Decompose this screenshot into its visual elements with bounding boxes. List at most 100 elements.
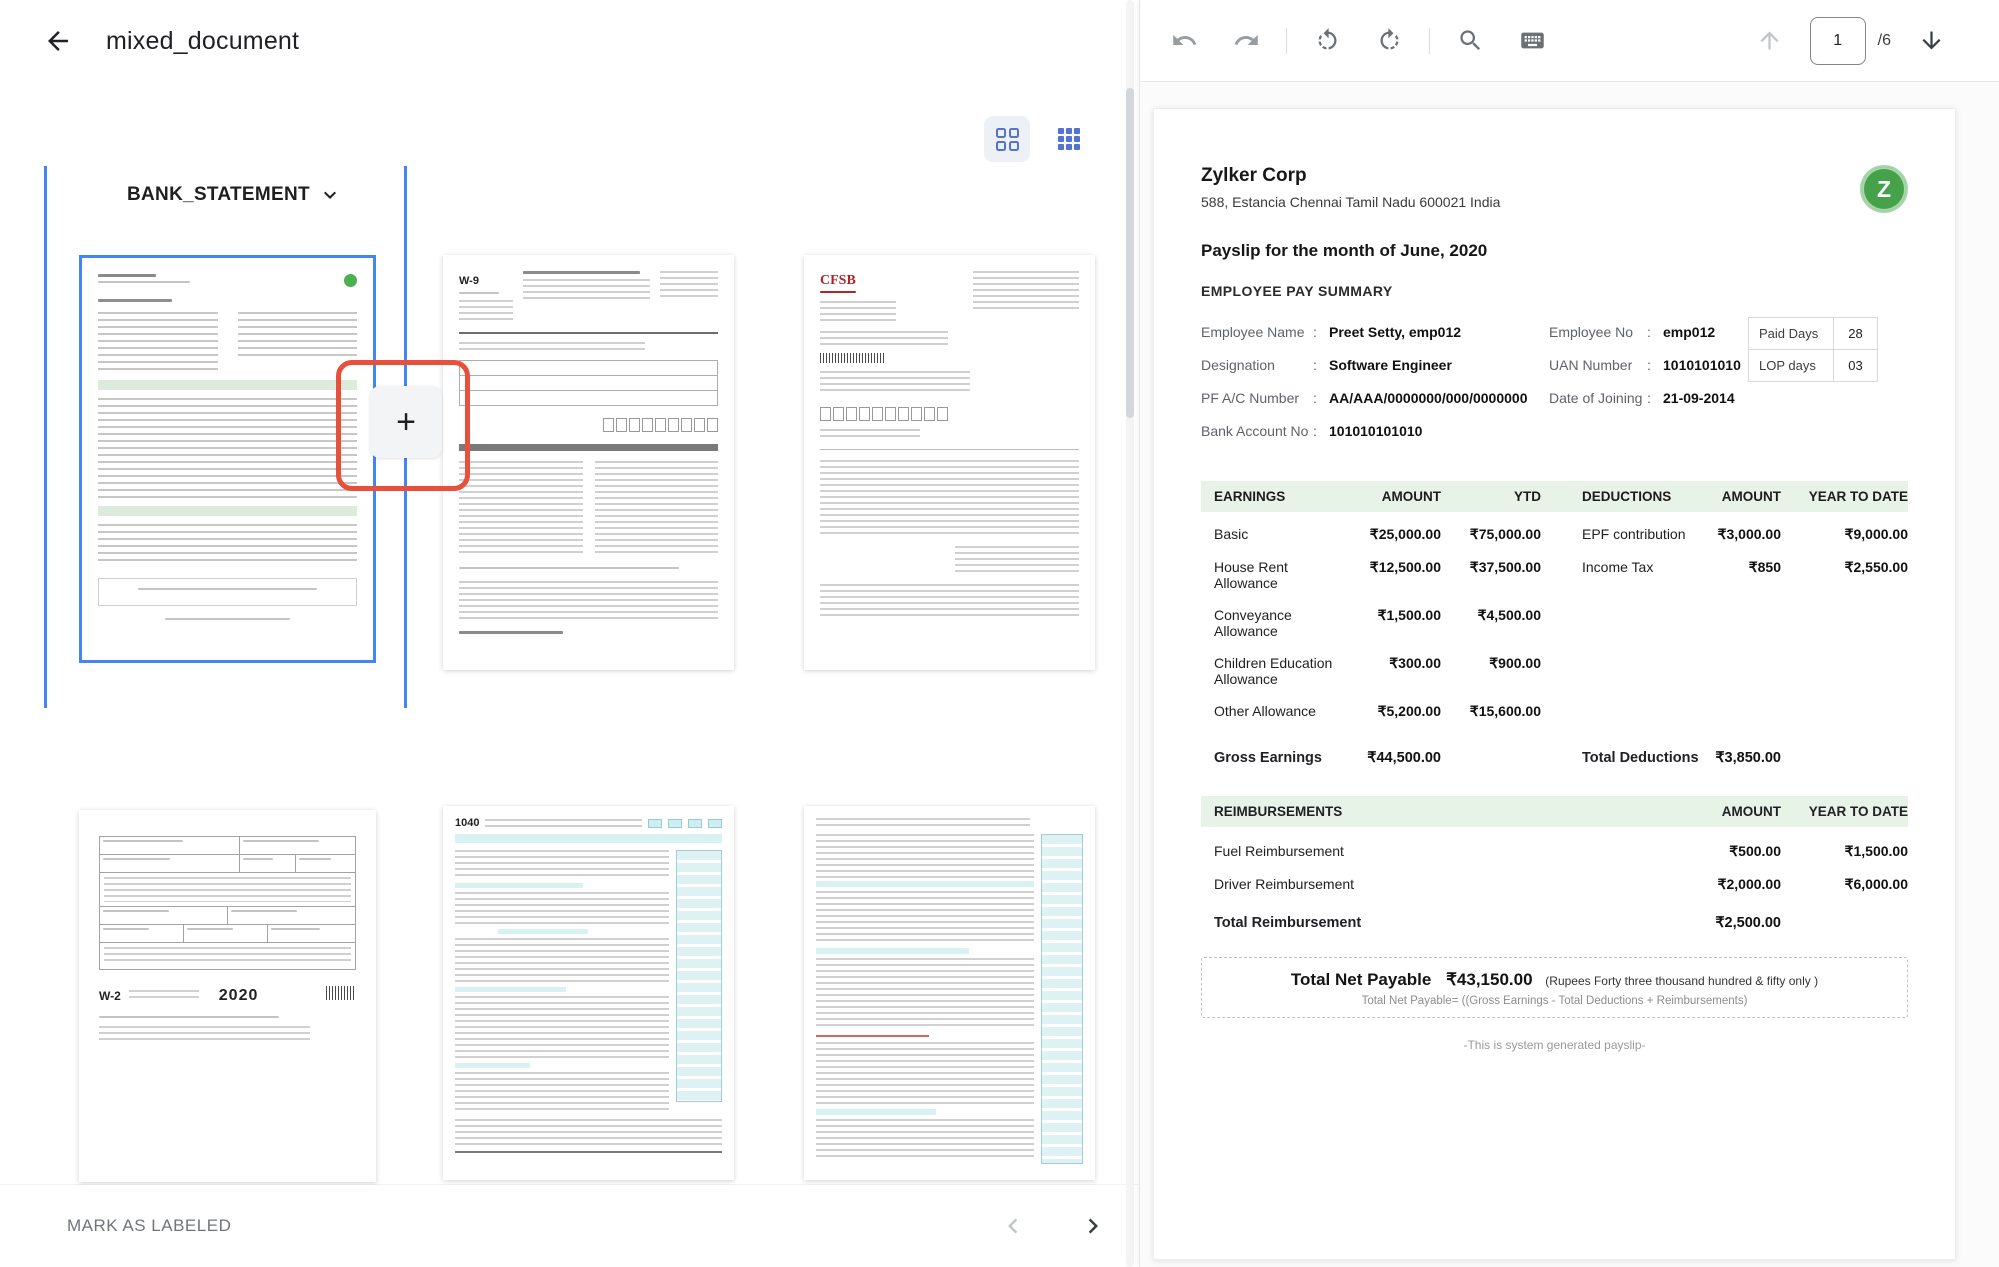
field-row: Designation:Software Engineer [1201, 356, 1549, 375]
earnings-row: Other Allowance₹5,200.00₹15,600.00 [1201, 703, 1541, 720]
redo-icon [1233, 27, 1260, 54]
chevron-down-icon [318, 183, 342, 207]
gross-earnings-label: Gross Earnings [1201, 750, 1353, 766]
field-row: Date of Joining:21-09-2014 [1549, 389, 1908, 408]
preview-panel: /6 Zylker Corp 588, Estancia Chennai Tam… [1139, 0, 1999, 1267]
earnings-row: Conveyance Allowance₹1,500.00₹4,500.00 [1201, 607, 1541, 639]
document-labeling-app: mixed_document BANK_STATEMENT [0, 0, 1999, 1267]
undo-button[interactable] [1162, 19, 1206, 63]
search-icon [1457, 27, 1484, 54]
thumbnail-art: CFSB [804, 255, 1095, 670]
deductions-row: Income Tax₹850₹2,550.00 [1582, 559, 1908, 576]
company-name: Zylker Corp [1201, 165, 1500, 187]
next-pages-button[interactable] [1075, 1208, 1111, 1244]
company-logo: Z [1860, 165, 1908, 213]
totals-row: Gross Earnings ₹44,500.00 Total Deductio… [1201, 750, 1908, 766]
arrow-up-icon [1756, 27, 1783, 54]
earnings-row: Children Education Allowance₹300.00₹900.… [1201, 655, 1541, 687]
payslip-title: Payslip for the month of June, 2020 [1201, 241, 1908, 261]
pay-summary-heading: EMPLOYEE PAY SUMMARY [1201, 283, 1908, 299]
thumbnail-pager [995, 1208, 1111, 1244]
search-button[interactable] [1448, 19, 1492, 63]
page-number-input[interactable] [1810, 17, 1866, 65]
logo-letter: Z [1877, 176, 1891, 203]
company-address: 588, Estancia Chennai Tamil Nadu 600021 … [1201, 194, 1500, 210]
toolbar-separator [1286, 28, 1287, 54]
net-payable-words: (Rupees Forty three thousand hundred & f… [1545, 974, 1818, 988]
grid-2x2-icon [996, 128, 1019, 151]
net-payable-value: ₹43,150.00 [1446, 970, 1532, 989]
gross-earnings-value: ₹44,500.00 [1353, 750, 1441, 766]
back-arrow-icon [43, 26, 73, 56]
left-scrollbar-thumb[interactable] [1126, 88, 1134, 418]
next-page-button[interactable] [1909, 19, 1953, 63]
rotate-right-icon [1376, 27, 1403, 54]
back-button[interactable] [36, 19, 80, 63]
grid-3x3-icon [1058, 128, 1080, 150]
keyboard-shortcuts-button[interactable] [1510, 19, 1554, 63]
preview-toolbar: /6 [1140, 0, 1999, 82]
w9-label: W-9 [459, 275, 479, 287]
w2-year: 2020 [219, 988, 259, 1004]
net-payable-label: Total Net Payable [1291, 970, 1431, 989]
earnings-row: Basic₹25,000.00₹75,000.00 [1201, 526, 1541, 543]
pages-panel: mixed_document BANK_STATEMENT [0, 0, 1139, 1267]
f1040-label: 1040 [455, 818, 479, 829]
keyboard-icon [1519, 27, 1546, 54]
total-deductions-value: ₹3,850.00 [1702, 750, 1781, 766]
earnings-deductions-body: Basic₹25,000.00₹75,000.00 House Rent All… [1201, 518, 1908, 728]
field-row: Bank Account No:101010101010 [1201, 422, 1549, 441]
rotate-right-button[interactable] [1367, 19, 1411, 63]
previous-pages-button[interactable] [995, 1208, 1031, 1244]
grid-view-small-button[interactable] [1046, 116, 1092, 162]
previous-page-button[interactable] [1748, 19, 1792, 63]
page-total: /6 [1878, 32, 1891, 50]
label-group-dropdown[interactable]: BANK_STATEMENT [121, 182, 348, 208]
left-header: mixed_document [0, 0, 1139, 82]
thumbnail-w2[interactable]: W-2 2020 [79, 810, 376, 1182]
thumbnail-1040[interactable]: 1040 [443, 806, 734, 1180]
deductions-row: EPF contribution₹3,000.00₹9,000.00 [1582, 526, 1908, 543]
redo-button[interactable] [1224, 19, 1268, 63]
chevron-left-icon [998, 1211, 1028, 1241]
field-row: PF A/C Number:AA/AAA/0000000/000/0000000 [1201, 389, 1549, 408]
total-reimbursement-row: Total Reimbursement ₹2,500.00 [1201, 915, 1908, 931]
table-row: Paid Days28 [1749, 318, 1877, 349]
employee-fields: Employee Name:Preet Setty, emp012 Design… [1201, 323, 1908, 455]
payslip-header: Zylker Corp 588, Estancia Chennai Tamil … [1201, 165, 1908, 213]
mark-as-labeled-button[interactable]: MARK AS LABELED [61, 1215, 237, 1237]
thumbnail-cfsb[interactable]: CFSB [804, 255, 1095, 670]
thumbnail-w9[interactable]: W-9 [443, 255, 734, 670]
net-payable-formula: Total Net Payable= ((Gross Earnings - To… [1210, 995, 1899, 1007]
thumbnail-payslip[interactable] [79, 255, 376, 663]
grid-view-large-button[interactable] [984, 116, 1030, 162]
thumbnail-art: W-9 [443, 255, 734, 670]
undo-icon [1171, 27, 1198, 54]
total-reimbursement-label: Total Reimbursement [1201, 915, 1631, 931]
preview-area: Zylker Corp 588, Estancia Chennai Tamil … [1140, 82, 1999, 1267]
payslip-document: Zylker Corp 588, Estancia Chennai Tamil … [1153, 108, 1956, 1260]
earnings-deductions-header: EARNINGS AMOUNT YTD DEDUCTIONS AMOUNT YE… [1201, 481, 1908, 512]
mini-logo-dot [344, 274, 357, 287]
thumbnail-art: 1040 [443, 806, 734, 1180]
system-generated-note: -This is system generated payslip- [1201, 1038, 1908, 1052]
label-group-name: BANK_STATEMENT [127, 184, 310, 206]
reimbursement-row: Fuel Reimbursement ₹500.00 ₹1,500.00 [1201, 843, 1908, 860]
document-title: mixed_document [106, 27, 299, 56]
thumbnail-art: W-2 2020 [79, 810, 376, 1182]
group-boundary-line-left [44, 166, 47, 708]
net-payable-box: Total Net Payable ₹43,150.00 (Rupees For… [1201, 957, 1908, 1018]
add-page-button[interactable]: + [370, 386, 442, 458]
thumbnail-art [82, 258, 373, 660]
table-row: LOP days03 [1749, 349, 1877, 381]
earnings-row: House Rent Allowance₹12,500.00₹37,500.00 [1201, 559, 1541, 591]
thumbnail-tax-form[interactable] [804, 806, 1095, 1180]
rotate-left-icon [1314, 27, 1341, 54]
chevron-right-icon [1078, 1211, 1108, 1241]
total-deductions-label: Total Deductions [1582, 750, 1702, 766]
rotate-left-button[interactable] [1305, 19, 1349, 63]
left-footer: MARK AS LABELED [0, 1185, 1139, 1267]
field-row: Employee Name:Preet Setty, emp012 [1201, 323, 1549, 342]
w2-label: W-2 [99, 990, 121, 1002]
reimbursement-row: Driver Reimbursement ₹2,000.00 ₹6,000.00 [1201, 876, 1908, 893]
